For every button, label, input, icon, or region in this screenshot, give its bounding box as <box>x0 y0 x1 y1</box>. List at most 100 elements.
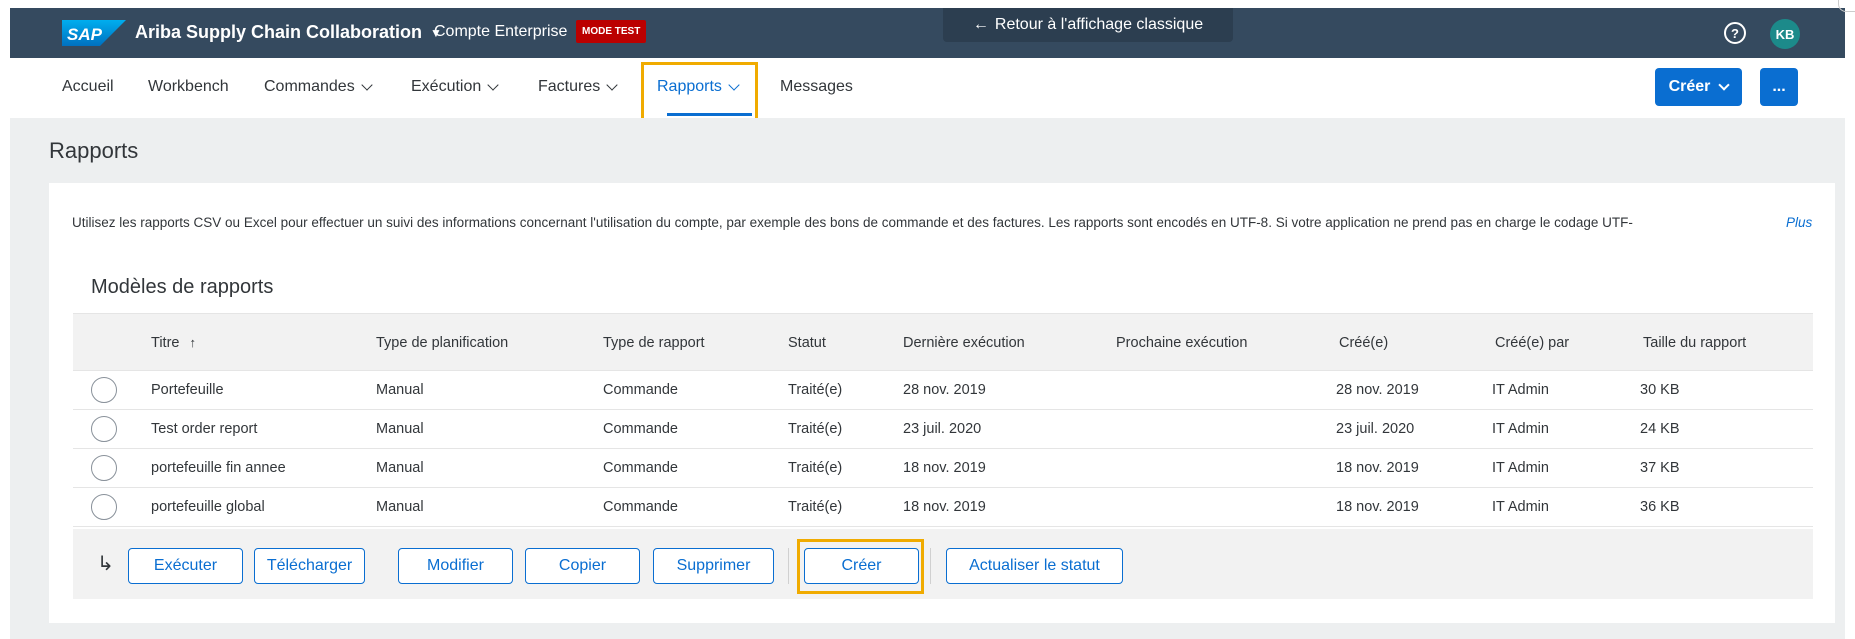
cell-status: Traité(e) <box>788 421 843 437</box>
app-title-label: Ariba Supply Chain Collaboration <box>135 22 423 42</box>
column-header-last-run[interactable]: Dernière exécution <box>903 335 1025 351</box>
chevron-down-icon <box>728 79 740 91</box>
more-link[interactable]: Plus <box>1786 215 1812 230</box>
cell-created-by: IT Admin <box>1492 421 1549 437</box>
row-radio-button[interactable] <box>91 494 117 520</box>
app-title[interactable]: Ariba Supply Chain Collaboration ▼ <box>135 22 442 43</box>
cell-status: Traité(e) <box>788 499 843 515</box>
column-header-status[interactable]: Statut <box>788 335 826 351</box>
classic-view-button[interactable]: ← Retour à l'affichage classique <box>943 8 1233 42</box>
table-action-bar: ↳ Exécuter Télécharger Modifier Copier S… <box>73 529 1813 599</box>
cell-last-run: 18 nov. 2019 <box>903 460 986 476</box>
column-header-report-type[interactable]: Type de rapport <box>603 335 705 351</box>
chevron-down-icon <box>1718 79 1731 91</box>
create-menu-button[interactable]: Créer <box>1655 68 1742 106</box>
separator <box>930 548 931 584</box>
mode-test-badge: MODE TEST <box>576 20 647 43</box>
column-header-size[interactable]: Taille du rapport <box>1643 335 1746 351</box>
cell-created-by: IT Admin <box>1492 499 1549 515</box>
cell-schedule: Manual <box>376 382 424 398</box>
cell-created-by: IT Admin <box>1492 460 1549 476</box>
copy-button[interactable]: Copier <box>525 548 640 584</box>
cell-status: Traité(e) <box>788 460 843 476</box>
table-row[interactable]: portefeuille fin annee Manual Commande T… <box>73 449 1813 488</box>
row-radio-button[interactable] <box>91 377 117 403</box>
cell-size: 36 KB <box>1640 499 1680 515</box>
window-corner-decoration <box>1838 0 1855 12</box>
column-header-titre[interactable]: Titre ↑ <box>151 335 196 351</box>
cell-created-by: IT Admin <box>1492 382 1549 398</box>
nav-item-accueil[interactable]: Accueil <box>62 78 114 96</box>
cell-created: 18 nov. 2019 <box>1336 499 1419 515</box>
cell-last-run: 28 nov. 2019 <box>903 382 986 398</box>
return-arrow-icon: ↳ <box>97 553 114 575</box>
cell-schedule: Manual <box>376 460 424 476</box>
nav-item-execution[interactable]: Exécution <box>411 78 499 96</box>
more-actions-button[interactable]: ... <box>1760 68 1798 106</box>
cell-title: portefeuille fin annee <box>151 460 286 476</box>
cell-title: Portefeuille <box>151 382 224 398</box>
execute-button[interactable]: Exécuter <box>128 548 243 584</box>
nav-item-label: Factures <box>538 78 601 95</box>
top-navigation: Accueil Workbench Commandes Exécution Fa… <box>10 58 1845 118</box>
cell-size: 24 KB <box>1640 421 1680 437</box>
cell-report-type: Commande <box>603 499 678 515</box>
arrow-left-icon: ← <box>972 16 989 33</box>
delete-button[interactable]: Supprimer <box>653 548 774 584</box>
chevron-down-icon <box>487 79 499 91</box>
table-row[interactable]: portefeuille global Manual Commande Trai… <box>73 488 1813 527</box>
help-icon[interactable]: ? <box>1724 22 1746 44</box>
column-header-created-by[interactable]: Créé(e) par <box>1495 335 1569 351</box>
column-header-schedule[interactable]: Type de planification <box>376 335 508 351</box>
create-report-button[interactable]: Créer <box>804 548 919 584</box>
cell-schedule: Manual <box>376 421 424 437</box>
active-tab-indicator <box>667 113 752 116</box>
nav-item-commandes[interactable]: Commandes <box>264 78 373 96</box>
column-header-next-run[interactable]: Prochaine exécution <box>1116 335 1247 351</box>
row-radio-button[interactable] <box>91 455 117 481</box>
download-button[interactable]: Télécharger <box>254 548 365 584</box>
nav-item-label: Accueil <box>62 78 114 95</box>
classic-view-label: Retour à l'affichage classique <box>994 16 1204 33</box>
avatar[interactable]: KB <box>1770 19 1800 49</box>
section-title: Modèles de rapports <box>91 276 274 298</box>
nav-item-rapports[interactable]: Rapports <box>657 78 740 96</box>
cell-last-run: 18 nov. 2019 <box>903 499 986 515</box>
nav-item-messages[interactable]: Messages <box>780 78 853 96</box>
create-menu-label: Créer <box>1668 78 1711 95</box>
column-header-created[interactable]: Créé(e) <box>1339 335 1388 351</box>
table-row[interactable]: Portefeuille Manual Commande Traité(e) 2… <box>73 371 1813 410</box>
table-row[interactable]: Test order report Manual Commande Traité… <box>73 410 1813 449</box>
shell-bar: SAP Ariba Supply Chain Collaboration ▼ C… <box>10 8 1845 58</box>
row-radio-button[interactable] <box>91 416 117 442</box>
sap-logo-text: SAP <box>67 25 103 44</box>
cell-report-type: Commande <box>603 421 678 437</box>
nav-item-workbench[interactable]: Workbench <box>148 78 229 96</box>
nav-item-label: Messages <box>780 78 853 95</box>
cell-size: 37 KB <box>1640 460 1680 476</box>
refresh-status-button[interactable]: Actualiser le statut <box>946 548 1123 584</box>
cell-created: 23 juil. 2020 <box>1336 421 1415 437</box>
cell-created: 28 nov. 2019 <box>1336 382 1419 398</box>
account-name: Compte Enterprise <box>434 23 568 40</box>
nav-item-label: Exécution <box>411 78 482 95</box>
cell-size: 30 KB <box>1640 382 1680 398</box>
cell-schedule: Manual <box>376 499 424 515</box>
cell-report-type: Commande <box>603 382 678 398</box>
page-title: Rapports <box>49 138 139 163</box>
nav-item-label: Rapports <box>657 78 722 95</box>
cell-title: portefeuille global <box>151 499 265 515</box>
cell-created: 18 nov. 2019 <box>1336 460 1419 476</box>
column-header-label: Titre <box>151 335 180 351</box>
edit-button[interactable]: Modifier <box>398 548 513 584</box>
table-header: Titre ↑ Type de planification Type de rap… <box>73 313 1813 371</box>
separator <box>788 548 789 584</box>
nav-item-factures[interactable]: Factures <box>538 78 618 96</box>
chevron-down-icon <box>361 79 373 91</box>
intro-text: Utilisez les rapports CSV ou Excel pour … <box>72 215 1633 230</box>
sap-logo-icon[interactable]: SAP <box>62 20 126 46</box>
nav-item-label: Workbench <box>148 78 229 95</box>
nav-item-label: Commandes <box>264 78 355 95</box>
cell-report-type: Commande <box>603 460 678 476</box>
chevron-down-icon <box>606 79 618 91</box>
